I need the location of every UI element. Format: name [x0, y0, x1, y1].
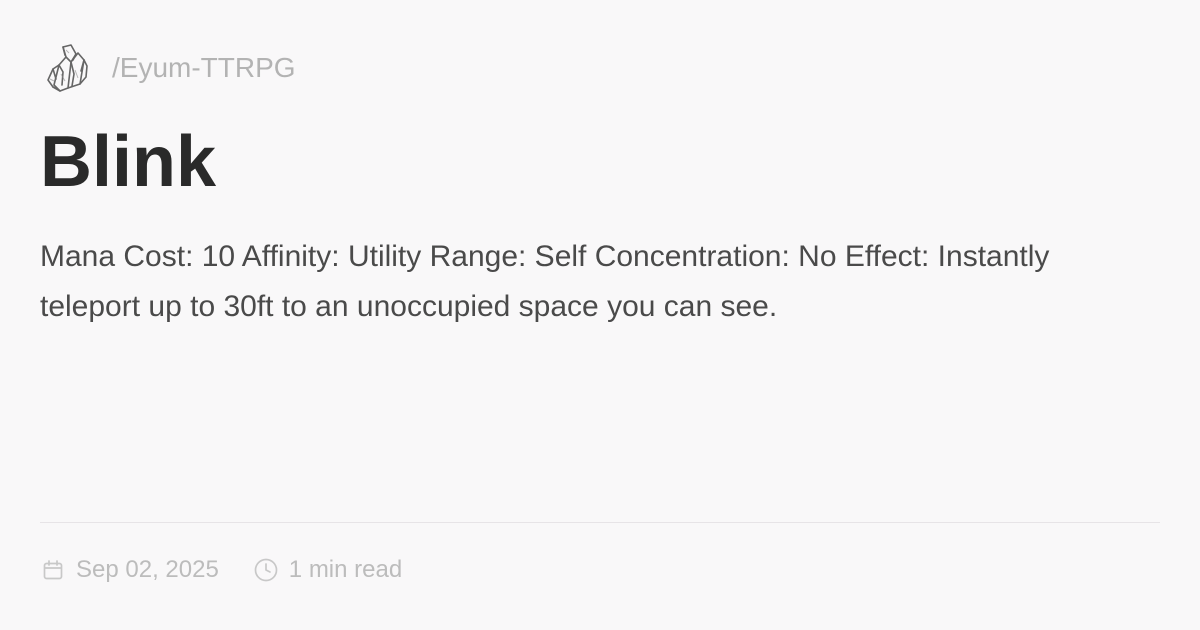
site-name[interactable]: /Eyum-TTRPG [112, 54, 296, 82]
clock-icon [253, 557, 279, 583]
post-card: /Eyum-TTRPG Blink Mana Cost: 10 Affinity… [0, 0, 1200, 630]
read-time-text: 1 min read [288, 556, 403, 583]
calendar-icon [40, 557, 66, 583]
post-description: Mana Cost: 10 Affinity: Utility Range: S… [40, 240, 1050, 323]
post-date-text: Sep 02, 2025 [76, 556, 219, 583]
crystal-cluster-icon [44, 40, 90, 96]
site-header: /Eyum-TTRPG [44, 40, 296, 96]
footer-divider [40, 522, 1160, 523]
read-time: 1 min read [253, 557, 402, 583]
post-date: Sep 02, 2025 [40, 557, 219, 583]
post-title: Blink [40, 122, 217, 202]
post-meta: Sep 02, 2025 1 min read [40, 557, 402, 583]
